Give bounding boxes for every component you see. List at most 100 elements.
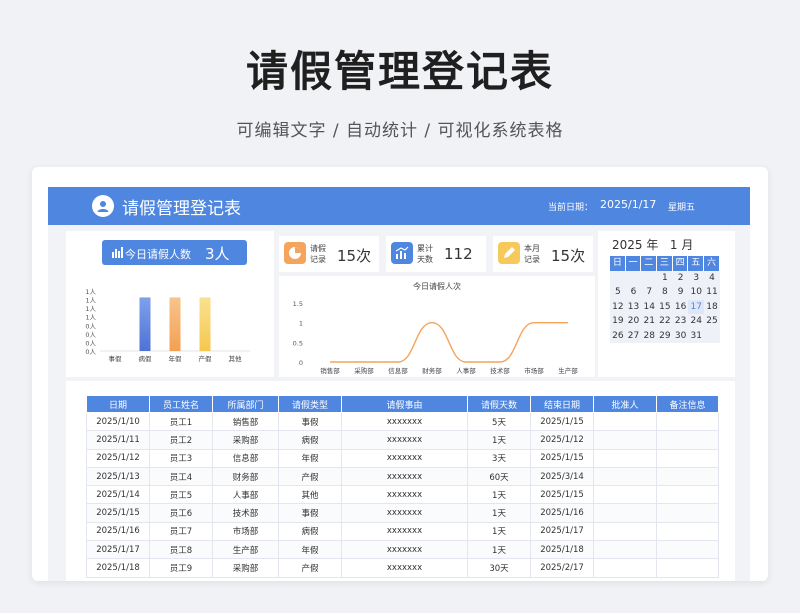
calendar-day[interactable]: 12 [610,300,626,315]
calendar-day[interactable]: 9 [673,285,689,300]
table-cell[interactable]: 2025/1/15 [530,448,594,468]
table-cell[interactable] [593,430,657,450]
calendar-day[interactable]: 2 [673,271,689,286]
table-row[interactable]: 2025/1/14 员工5 人事部 其他 xxxxxxx 1天 2025/1/15 [86,485,719,505]
table-cell[interactable]: 2025/1/18 [86,558,150,578]
table-cell[interactable]: 1天 [467,503,531,523]
table-cell[interactable] [656,521,719,542]
table-cell[interactable] [656,485,719,505]
table-cell[interactable] [593,503,657,523]
table-cell[interactable]: xxxxxxx [341,430,468,450]
calendar-day[interactable]: 7 [641,285,657,300]
table-cell[interactable]: 市场部 [212,521,279,542]
table-cell[interactable]: 产假 [278,558,342,578]
table-cell[interactable]: 其他 [278,485,342,505]
calendar-day[interactable]: 26 [610,329,626,344]
table-cell[interactable]: 2025/3/14 [530,466,594,487]
table-cell[interactable]: 采购部 [212,430,279,450]
table-cell[interactable]: 员工4 [149,466,213,487]
table-cell[interactable]: xxxxxxx [341,466,468,487]
table-cell[interactable]: xxxxxxx [341,448,468,468]
table-cell[interactable]: 2025/1/16 [530,503,594,523]
calendar-day[interactable]: 6 [626,285,642,300]
calendar-day[interactable]: 27 [626,329,642,344]
table-cell[interactable]: 2025/1/11 [86,430,150,450]
table-cell[interactable] [593,521,657,542]
table-cell[interactable]: 年假 [278,448,342,468]
table-cell[interactable]: xxxxxxx [341,558,468,578]
table-cell[interactable]: 病假 [278,521,342,542]
table-cell[interactable]: 1天 [467,521,531,542]
calendar-day[interactable]: 15 [657,300,673,315]
calendar-day[interactable]: 28 [641,329,657,344]
table-cell[interactable] [656,503,719,523]
table-cell[interactable]: 2025/2/17 [530,558,594,578]
calendar-day[interactable]: 16 [673,300,689,315]
calendar-day[interactable]: 8 [657,285,673,300]
table-cell[interactable] [656,540,719,560]
table-cell[interactable]: 1天 [467,430,531,450]
calendar-day[interactable]: 25 [704,314,720,329]
table-cell[interactable]: xxxxxxx [341,521,468,542]
table-cell[interactable]: 2025/1/10 [86,411,150,432]
table-cell[interactable]: 60天 [467,466,531,487]
calendar-day[interactable]: 4 [704,271,720,286]
table-cell[interactable]: 采购部 [212,558,279,578]
table-cell[interactable]: 员工9 [149,558,213,578]
table-cell[interactable]: 员工2 [149,430,213,450]
table-cell[interactable]: 事假 [278,503,342,523]
table-row[interactable]: 2025/1/10 员工1 销售部 事假 xxxxxxx 5天 2025/1/15 [86,411,719,432]
table-cell[interactable]: 员工3 [149,448,213,468]
table-cell[interactable]: 病假 [278,430,342,450]
calendar-day[interactable]: 17 [688,299,705,314]
calendar-day[interactable]: 24 [688,314,704,329]
calendar-day[interactable]: 23 [673,314,689,329]
table-cell[interactable]: 3天 [467,448,531,468]
table-row[interactable]: 2025/1/16 员工7 市场部 病假 xxxxxxx 1天 2025/1/17 [86,521,719,542]
table-cell[interactable]: 2025/1/17 [86,540,150,560]
calendar-day[interactable]: 11 [704,285,720,300]
table-cell[interactable]: xxxxxxx [341,503,468,523]
calendar-day[interactable]: 3 [688,271,704,286]
calendar-day[interactable]: 20 [626,314,642,329]
table-cell[interactable] [656,558,719,578]
table-cell[interactable]: 员工5 [149,485,213,505]
calendar-day[interactable]: 29 [657,329,673,344]
table-cell[interactable]: 信息部 [212,448,279,468]
table-cell[interactable]: xxxxxxx [341,485,468,505]
calendar-day[interactable]: 1 [657,271,673,286]
calendar-day[interactable]: 14 [641,300,657,315]
calendar-day[interactable]: 19 [610,314,626,329]
calendar-day[interactable]: 10 [688,285,704,300]
table-cell[interactable] [593,411,657,432]
table-cell[interactable]: 员工1 [149,411,213,432]
calendar-day[interactable]: 22 [657,314,673,329]
table-cell[interactable] [593,540,657,560]
table-cell[interactable]: 2025/1/15 [530,411,594,432]
calendar-day[interactable]: 13 [626,300,642,315]
table-cell[interactable]: 销售部 [212,411,279,432]
calendar-day[interactable]: 30 [673,329,689,344]
table-cell[interactable]: 生产部 [212,540,279,560]
table-row[interactable]: 2025/1/17 员工8 生产部 年假 xxxxxxx 1天 2025/1/18 [86,540,719,560]
table-cell[interactable]: 1天 [467,540,531,560]
table-cell[interactable]: 员工6 [149,503,213,523]
table-cell[interactable] [656,448,719,468]
table-cell[interactable]: 事假 [278,411,342,432]
table-cell[interactable]: 2025/1/12 [530,430,594,450]
table-cell[interactable] [593,558,657,578]
table-cell[interactable]: 2025/1/15 [86,503,150,523]
table-cell[interactable]: 人事部 [212,485,279,505]
calendar-day[interactable]: 31 [688,329,704,344]
table-cell[interactable]: 2025/1/18 [530,540,594,560]
table-cell[interactable]: 2025/1/16 [86,521,150,542]
table-cell[interactable] [656,430,719,450]
table-cell[interactable]: 2025/1/14 [86,485,150,505]
table-row[interactable]: 2025/1/11 员工2 采购部 病假 xxxxxxx 1天 2025/1/12 [86,430,719,450]
table-cell[interactable] [656,411,719,432]
calendar-day[interactable]: 21 [641,314,657,329]
table-cell[interactable]: 2025/1/15 [530,485,594,505]
table-cell[interactable]: 1天 [467,485,531,505]
table-cell[interactable]: 员工7 [149,521,213,542]
table-row[interactable]: 2025/1/15 员工6 技术部 事假 xxxxxxx 1天 2025/1/16 [86,503,719,523]
